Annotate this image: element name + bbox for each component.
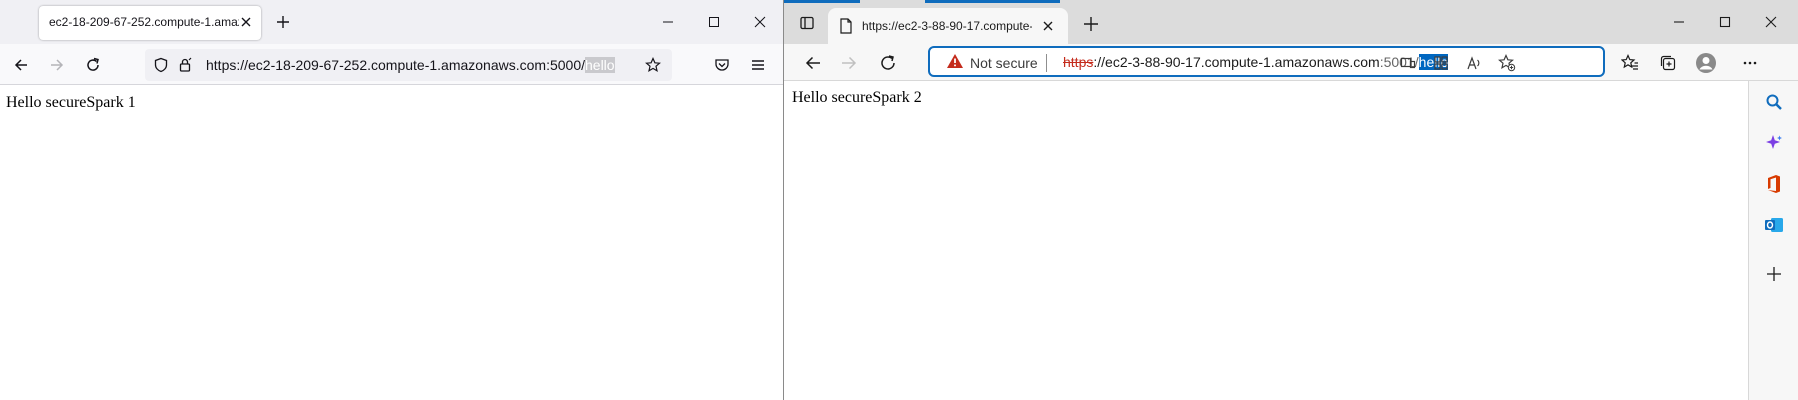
address-bar[interactable]: Not secure https://ec2-3-88-90-17.comput… <box>928 46 1605 77</box>
star-icon[interactable] <box>645 57 661 78</box>
navigation-toolbar: https://ec2-18-209-67-252.compute-1.amaz… <box>0 44 783 85</box>
browser-tab[interactable]: https://ec2-3-88-90-17.compute-1.amazona… <box>828 8 1068 44</box>
left-browser-window: ec2-18-209-67-252.compute-1.amazonaws.co… <box>0 0 783 400</box>
url-protocol: https <box>1063 54 1094 70</box>
url-base: https://ec2-18-209-67-252.compute-1.amaz… <box>206 57 585 73</box>
plus-icon[interactable] <box>272 11 294 33</box>
page-content: Hello secureSpark 1 <box>0 86 783 400</box>
app-available-icon[interactable] <box>1397 52 1419 74</box>
navigation-toolbar: Not secure https://ec2-3-88-90-17.comput… <box>784 44 1798 81</box>
security-label: Not secure <box>970 55 1038 71</box>
url-host: ://ec2-3-88-90-17.compute-1.amazonaws.co… <box>1093 54 1380 70</box>
security-indicator[interactable]: Not secure <box>946 53 1038 73</box>
maximize-icon[interactable] <box>691 8 737 36</box>
add-favorite-icon[interactable] <box>1496 52 1518 74</box>
tab-title: https://ec2-3-88-90-17.compute-1.amazona… <box>862 19 1032 33</box>
url-text: https://ec2-18-209-67-252.compute-1.amaz… <box>206 57 615 73</box>
outlook-icon[interactable] <box>1761 212 1787 238</box>
refresh-icon[interactable] <box>872 47 904 79</box>
read-aloud-icon[interactable] <box>1463 52 1485 74</box>
close-window-icon[interactable] <box>1748 8 1794 36</box>
forward-icon[interactable] <box>833 47 865 79</box>
maximize-icon[interactable] <box>1702 8 1748 36</box>
minimize-icon[interactable] <box>645 8 691 36</box>
forward-icon[interactable] <box>42 50 72 80</box>
add-icon[interactable] <box>1761 261 1787 287</box>
more-icon[interactable] <box>1735 48 1765 78</box>
warning-icon <box>946 53 964 74</box>
page-text: Hello secureSpark 2 <box>792 89 922 106</box>
plus-icon[interactable] <box>1079 12 1103 36</box>
right-browser-window: https://ec2-3-88-90-17.compute-1.amazona… <box>783 0 1798 400</box>
page-text: Hello secureSpark 1 <box>6 94 136 111</box>
taskbar-accent <box>784 0 860 3</box>
office-icon[interactable] <box>1761 171 1787 197</box>
taskbar-accent <box>925 0 1060 3</box>
reload-icon[interactable] <box>78 50 108 80</box>
url-text: https://ec2-3-88-90-17.compute-1.amazona… <box>1063 54 1449 70</box>
back-icon[interactable] <box>797 47 829 79</box>
close-window-icon[interactable] <box>737 8 783 36</box>
lock-icon[interactable] <box>177 57 193 78</box>
close-icon[interactable] <box>236 12 256 32</box>
back-icon[interactable] <box>6 50 36 80</box>
tab-title: ec2-18-209-67-252.compute-1.amazonaws.co… <box>49 15 239 29</box>
search-icon[interactable] <box>1761 89 1787 115</box>
copilot-icon[interactable] <box>1761 130 1787 156</box>
minimize-icon[interactable] <box>1656 8 1702 36</box>
page-content: Hello secureSpark 2 <box>784 81 1749 400</box>
collections-icon[interactable] <box>1653 48 1683 78</box>
close-icon[interactable] <box>1038 16 1058 36</box>
url-bar[interactable]: https://ec2-18-209-67-252.compute-1.amaz… <box>145 49 672 81</box>
menu-icon[interactable] <box>743 50 773 80</box>
tab-strip: ec2-18-209-67-252.compute-1.amazonaws.co… <box>0 0 783 44</box>
shield-icon[interactable] <box>153 57 169 78</box>
url-selection: hello <box>585 57 615 73</box>
tab-strip: https://ec2-3-88-90-17.compute-1.amazona… <box>784 0 1798 44</box>
address-separator <box>1046 54 1047 72</box>
pocket-icon[interactable] <box>707 50 737 80</box>
profile-icon[interactable] <box>1691 48 1721 78</box>
favorites-icon[interactable] <box>1615 48 1645 78</box>
edge-sidebar <box>1749 81 1798 400</box>
browser-tab[interactable]: ec2-18-209-67-252.compute-1.amazonaws.co… <box>39 6 261 40</box>
page-icon <box>839 18 853 39</box>
tab-actions-icon[interactable] <box>796 12 818 34</box>
grid-icon[interactable] <box>1430 52 1452 74</box>
